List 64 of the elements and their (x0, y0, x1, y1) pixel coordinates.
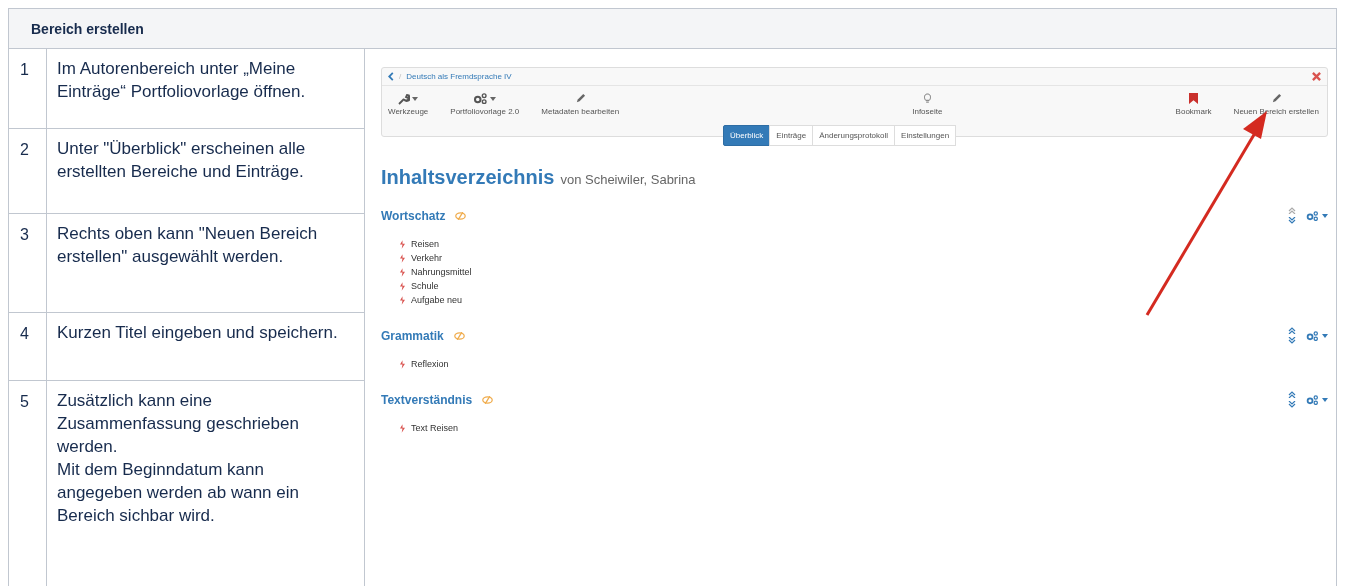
caret-icon (490, 96, 497, 101)
section-title-link[interactable]: Grammatik (381, 328, 444, 343)
page-heading: Inhaltsverzeichnis (381, 166, 555, 189)
entry-link[interactable]: Schule (411, 281, 439, 291)
entry-link[interactable]: Nahrungsmittel (411, 267, 472, 277)
caret-icon (1322, 397, 1328, 402)
caret-icon (1322, 213, 1328, 218)
caret-icon (412, 96, 419, 101)
entry-link[interactable]: Text Reisen (411, 423, 459, 433)
pencil-icon (1270, 93, 1282, 104)
step-number: 3 (9, 214, 47, 312)
step-text: Im Autorenbereich unter „Meine Einträge“ Portfoliovorlage öffnen. (56, 58, 307, 103)
move-down-icon[interactable] (1288, 401, 1296, 408)
section-title-link[interactable]: Textverständnis (381, 392, 473, 407)
toolbar-button[interactable]: Infoseite (912, 92, 943, 116)
tab[interactable]: Änderungsprotokoll (812, 125, 896, 146)
toolbar-button[interactable]: Portfoliovorlage 2.0 (450, 92, 520, 116)
back-chevron-icon[interactable] (388, 72, 394, 81)
step-text: Kurzen Titel eingeben und speichern. (56, 322, 339, 344)
gears-icon (473, 93, 489, 104)
step-text: Rechts oben kann "Neuen Bereich erstellen" ausgewählt werden. (56, 223, 319, 268)
table-header: Bereich erstellen (9, 9, 1336, 49)
entry-link[interactable]: Reisen (411, 239, 439, 249)
move-up-icon[interactable] (1288, 207, 1296, 214)
hidden-eye-icon (453, 331, 465, 340)
toolbar-button[interactable]: Bookmark (1175, 92, 1212, 116)
gears-icon (1306, 394, 1319, 405)
entry-link[interactable]: Aufgabe neu (411, 295, 463, 305)
step-text: Unter "Überblick" erscheinen alle erstellten Bereiche und Einträge. (56, 138, 307, 183)
gears-icon (1306, 210, 1319, 221)
step-number: 1 (9, 49, 47, 128)
entry-link[interactable]: Verkehr (411, 253, 443, 263)
hidden-eye-icon (455, 211, 467, 220)
lightning-icon (400, 359, 405, 369)
lightning-icon (400, 423, 405, 433)
gears-icon (1306, 330, 1319, 341)
tab[interactable]: Einstellungen (894, 125, 957, 146)
toolbar-button[interactable]: Metadaten bearbeiten (541, 92, 620, 116)
settings-dropdown[interactable] (1306, 330, 1328, 341)
step-number: 2 (9, 129, 47, 213)
breadcrumb-link[interactable]: Deutsch als Fremdsprache IV (406, 72, 512, 81)
lightbulb-icon (922, 93, 932, 104)
move-up-icon[interactable] (1288, 391, 1296, 398)
step-number: 5 (9, 381, 47, 586)
step-number: 4 (9, 313, 47, 380)
author-text: von Scheiwiler, Sabrina (560, 172, 696, 187)
step-text: Zusätzlich kann eine Zusammenfassung geschrieben werden. Mit dem Beginndatum kann angegeben werden ab wann ein Bereich sichbar wird. (56, 390, 300, 527)
tab[interactable]: Überblick (723, 125, 771, 146)
pencil-icon (574, 93, 586, 104)
toolbar-button[interactable]: Werkzeuge (388, 92, 429, 116)
breadcrumb-separator: / (399, 72, 402, 81)
bookmark-icon (1189, 93, 1199, 104)
move-down-icon[interactable] (1288, 337, 1296, 344)
tab[interactable]: Einträge (769, 125, 814, 146)
settings-dropdown[interactable] (1306, 210, 1328, 221)
move-up-icon[interactable] (1288, 327, 1296, 334)
caret-icon (1322, 333, 1328, 338)
close-icon[interactable] (1312, 72, 1321, 81)
hidden-eye-icon (482, 395, 494, 404)
move-down-icon[interactable] (1288, 217, 1296, 224)
settings-dropdown[interactable] (1306, 394, 1328, 405)
wrench-icon (398, 92, 411, 105)
entry-link[interactable]: Reflexion (411, 359, 449, 369)
section-title-link[interactable]: Wortschatz (381, 208, 446, 223)
